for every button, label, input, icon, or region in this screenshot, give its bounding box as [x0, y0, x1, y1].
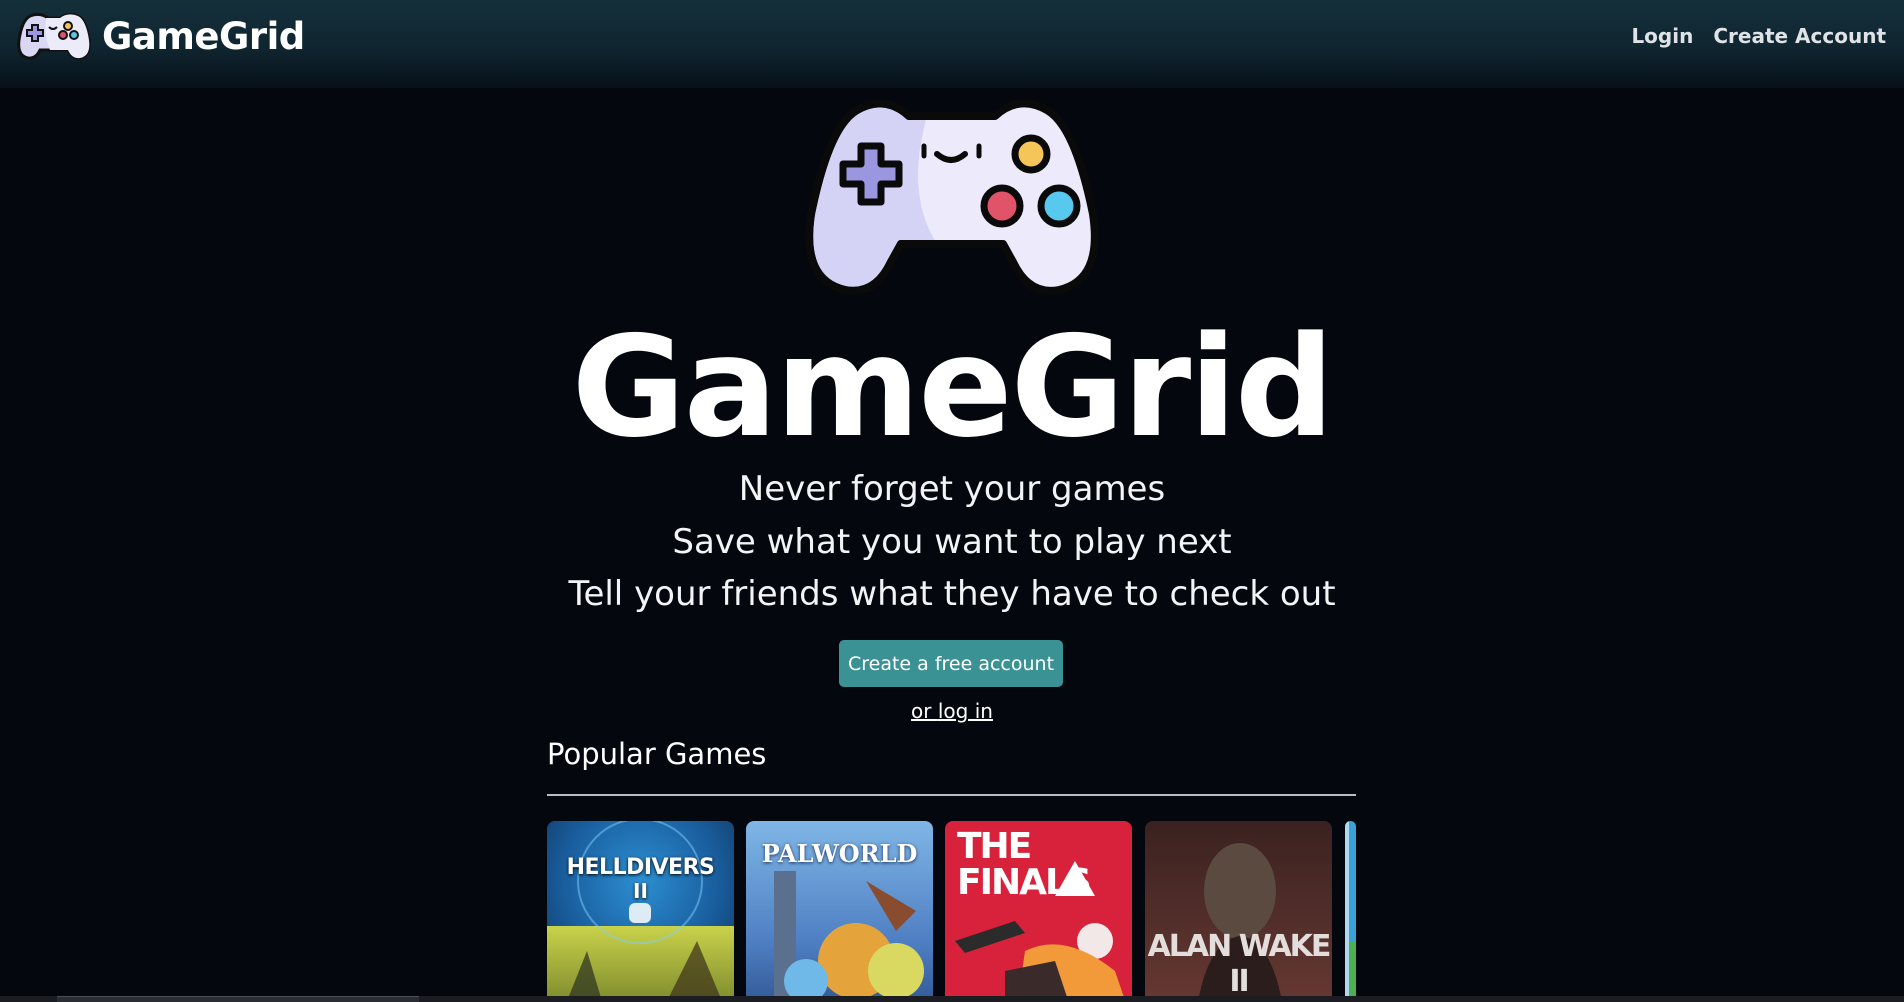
create-account-link[interactable]: Create Account: [1713, 24, 1886, 48]
bottom-tab: [57, 996, 419, 1002]
game-cover-image: [1345, 821, 1356, 1002]
game-title: PALWORLD: [761, 839, 918, 868]
or-login-text: or log in: [0, 698, 1904, 724]
game-card-palworld[interactable]: PALWORLD: [746, 821, 933, 1002]
tagline-3: Tell your friends what they have to chec…: [568, 574, 1336, 614]
or-log-in-link[interactable]: or log in: [911, 699, 993, 723]
nav-links: Login Create Account: [1631, 24, 1886, 48]
gamepad-icon: [805, 99, 1099, 295]
game-card-partial[interactable]: [1345, 821, 1356, 1002]
gamepad-icon: [17, 12, 91, 60]
game-subtitle: II: [633, 879, 648, 903]
login-link[interactable]: Login: [1631, 24, 1693, 48]
section-divider: [547, 794, 1356, 796]
create-free-account-button[interactable]: Create a free account: [839, 640, 1063, 687]
popular-games-title: Popular Games: [547, 737, 767, 771]
or-text: or: [911, 699, 932, 723]
game-card-the-finals[interactable]: THE FINALS: [945, 821, 1132, 1002]
game-title: ALAN WAKE II: [1147, 929, 1332, 999]
game-title: THE: [957, 826, 1032, 867]
tagline-2: Save what you want to play next: [672, 522, 1232, 562]
navbar: GameGrid Login Create Account: [0, 0, 1904, 88]
game-cover-image: [547, 821, 734, 1002]
game-card-alan-wake-2[interactable]: ALAN WAKE II: [1145, 821, 1332, 1002]
brand-home-link[interactable]: GameGrid: [16, 10, 305, 62]
game-title: HELLDIVERS: [566, 855, 715, 880]
log-in-text: log in: [937, 699, 993, 723]
popular-games-row: HELLDIVERS II PALWORLD THE FINALS ALAN W…: [547, 821, 1356, 1002]
hero-title: GameGrid: [571, 306, 1335, 468]
game-card-helldivers[interactable]: HELLDIVERS II: [547, 821, 734, 1002]
brand-name: GameGrid: [102, 14, 305, 58]
game-title-line-2: FINALS: [957, 862, 1092, 903]
tagline-1: Never forget your games: [738, 469, 1166, 509]
